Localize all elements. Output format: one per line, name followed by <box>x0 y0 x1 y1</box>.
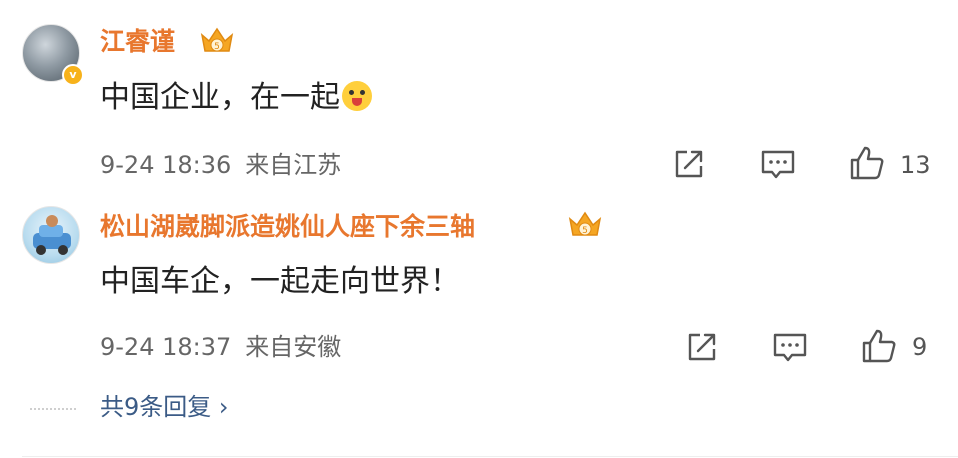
crown-badge-icon: 5 <box>200 27 234 52</box>
comment-text-body: 中国企业，在一起 <box>100 80 340 115</box>
like-count: 13 <box>900 151 931 179</box>
comment-date: 9-24 18:37 <box>100 333 232 361</box>
crown-badge-icon: 5 <box>568 211 602 236</box>
comment-location: 来自江苏 <box>245 151 342 179</box>
comment-date: 9-24 18:36 <box>100 151 232 179</box>
svg-text:5: 5 <box>214 42 220 52</box>
comment-meta: 9-24 18:36 来自江苏 <box>100 150 355 180</box>
comment-text: 中国企业，在一起 <box>100 80 372 116</box>
divider <box>22 456 958 457</box>
avatar[interactable] <box>22 206 80 264</box>
comment-location: 来自安徽 <box>245 333 342 361</box>
view-replies-link[interactable]: 共9条回复 › <box>100 392 229 422</box>
replies-dotted-line <box>30 408 76 410</box>
share-icon[interactable] <box>686 331 720 363</box>
sticker-emoji-icon <box>342 81 372 111</box>
verified-badge-icon: v <box>62 64 84 86</box>
comment-text: 中国车企，一起走向世界！ <box>100 264 460 299</box>
username[interactable]: 江睿谨 <box>100 27 175 57</box>
comment-icon[interactable] <box>772 331 808 363</box>
like-count: 9 <box>912 333 928 361</box>
username[interactable]: 松山湖崴脚派造姚仙人座下余三轴 <box>100 212 475 242</box>
like-icon[interactable] <box>860 327 898 365</box>
comment-meta: 9-24 18:37 来自安徽 <box>100 332 355 362</box>
svg-text:5: 5 <box>582 226 588 236</box>
like-icon[interactable] <box>848 144 886 182</box>
avatar-car-image <box>33 215 71 255</box>
comment-icon[interactable] <box>760 148 796 180</box>
share-icon[interactable] <box>673 148 707 180</box>
